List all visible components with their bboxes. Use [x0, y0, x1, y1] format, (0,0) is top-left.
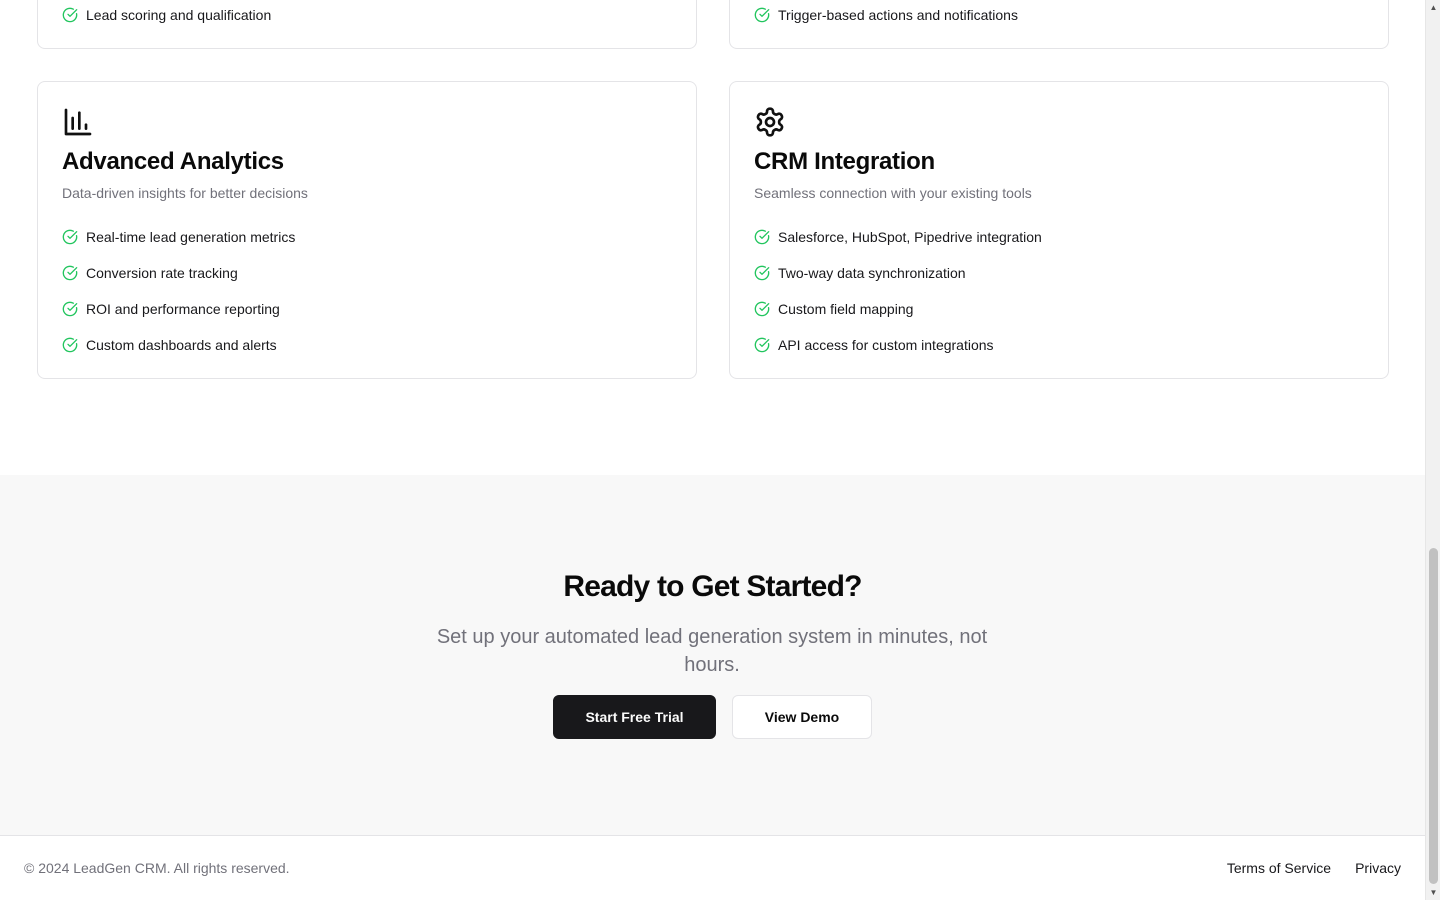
copyright-text: © 2024 LeadGen CRM. All rights reserved.: [24, 860, 290, 876]
feature-list: Salesforce, HubSpot, Pipedrive integrati…: [754, 227, 1042, 371]
page: Lead scoring and qualification Trigger-b…: [0, 0, 1425, 900]
feature-list: Trigger-based actions and notifications: [754, 5, 1018, 25]
view-demo-button[interactable]: View Demo: [732, 695, 872, 739]
feature-text: Salesforce, HubSpot, Pipedrive integrati…: [778, 229, 1042, 245]
cta-subtitle: Set up your automated lead generation sy…: [436, 626, 988, 676]
feature-item: Real-time lead generation metrics: [62, 227, 295, 247]
check-circle-icon: [754, 7, 770, 23]
feature-card-advanced-analytics: Advanced Analytics Data-driven insights …: [37, 81, 697, 379]
check-circle-icon: [754, 337, 770, 353]
feature-text: Real-time lead generation metrics: [86, 229, 296, 245]
feature-list: Real-time lead generation metrics Conver…: [62, 227, 295, 371]
check-circle-icon: [62, 301, 78, 317]
feature-text: Two-way data synchronization: [778, 265, 966, 281]
triangle-down-icon[interactable]: ▼: [1426, 885, 1440, 900]
check-circle-icon: [62, 7, 78, 23]
feature-text: Custom dashboards and alerts: [86, 337, 277, 353]
terms-of-service-link[interactable]: Terms of Service: [1227, 860, 1331, 876]
feature-list: Lead scoring and qualification: [62, 5, 271, 25]
feature-item: Two-way data synchronization: [754, 263, 1042, 283]
feature-card-previous-left: Lead scoring and qualification: [37, 0, 697, 49]
feature-item: Lead scoring and qualification: [62, 5, 271, 25]
scrollbar-thumb[interactable]: [1429, 548, 1438, 884]
feature-text: Custom field mapping: [778, 301, 914, 317]
feature-text: Lead scoring and qualification: [86, 7, 272, 23]
feature-card-crm-integration: CRM Integration Seamless connection with…: [729, 81, 1389, 379]
bar-chart-icon: [62, 106, 94, 138]
privacy-link[interactable]: Privacy: [1355, 860, 1401, 876]
card-subtitle: Data-driven insights for better decision…: [62, 185, 308, 201]
card-title: CRM Integration: [754, 148, 935, 175]
check-circle-icon: [62, 265, 78, 281]
card-title: Advanced Analytics: [62, 148, 284, 175]
feature-item: Trigger-based actions and notifications: [754, 5, 1018, 25]
check-circle-icon: [754, 229, 770, 245]
gear-icon: [754, 106, 786, 138]
feature-item: ROI and performance reporting: [62, 299, 295, 319]
footer-links: Terms of Service Privacy: [1227, 860, 1401, 876]
feature-item: Custom dashboards and alerts: [62, 335, 295, 355]
feature-item: API access for custom integrations: [754, 335, 1042, 355]
card-subtitle: Seamless connection with your existing t…: [754, 185, 1032, 201]
check-circle-icon: [62, 229, 78, 245]
vertical-scrollbar[interactable]: ▲ ▼: [1425, 0, 1440, 900]
feature-text: API access for custom integrations: [778, 337, 994, 353]
cta-title: Ready to Get Started?: [563, 570, 862, 603]
feature-text: Trigger-based actions and notifications: [778, 7, 1018, 23]
feature-card-previous-right: Trigger-based actions and notifications: [729, 0, 1389, 49]
cta-section: Ready to Get Started? Set up your automa…: [0, 475, 1425, 835]
triangle-up-icon[interactable]: ▲: [1426, 0, 1440, 15]
footer: © 2024 LeadGen CRM. All rights reserved.…: [0, 835, 1425, 900]
check-circle-icon: [754, 301, 770, 317]
start-free-trial-button[interactable]: Start Free Trial: [553, 695, 716, 739]
feature-item: Conversion rate tracking: [62, 263, 295, 283]
feature-item: Custom field mapping: [754, 299, 1042, 319]
feature-item: Salesforce, HubSpot, Pipedrive integrati…: [754, 227, 1042, 247]
check-circle-icon: [62, 337, 78, 353]
check-circle-icon: [754, 265, 770, 281]
feature-text: Conversion rate tracking: [86, 265, 238, 281]
feature-text: ROI and performance reporting: [86, 301, 280, 317]
